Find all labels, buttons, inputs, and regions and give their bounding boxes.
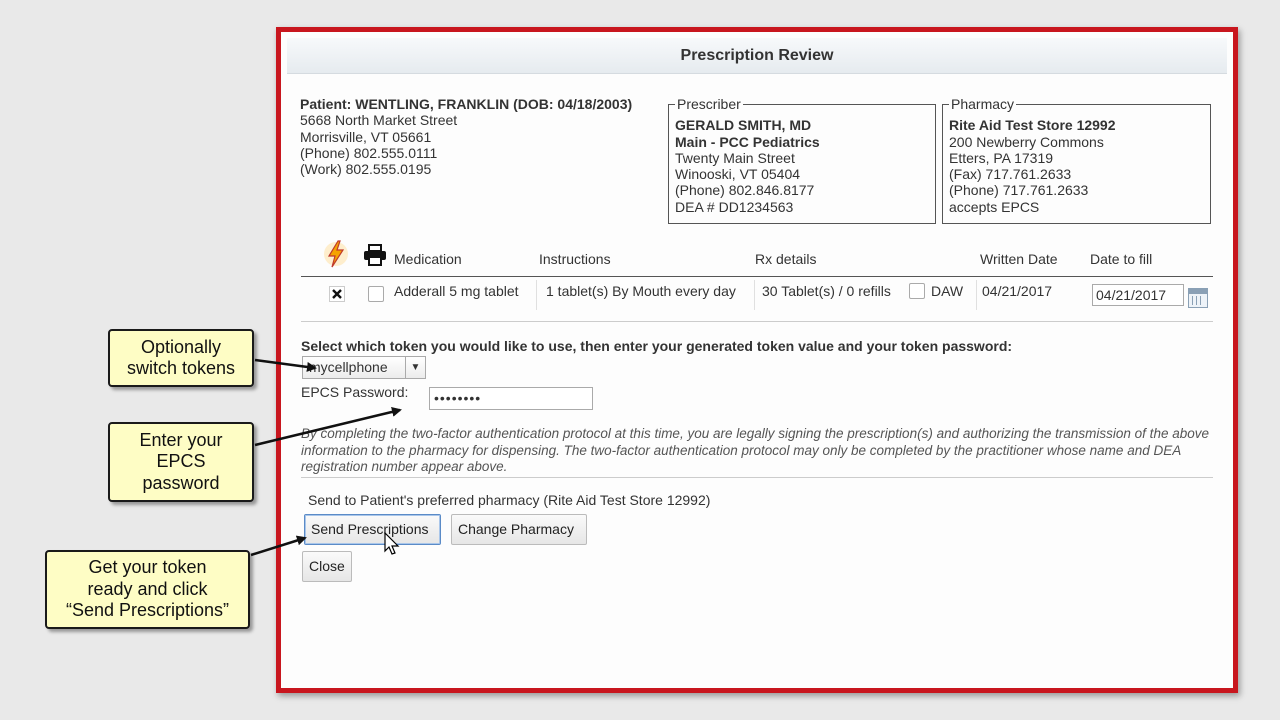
rx-details-cell: 30 Tablet(s) / 0 refills — [762, 283, 891, 299]
close-button[interactable]: Close — [302, 551, 352, 582]
patient-info: Patient: WENTLING, FRANKLIN (DOB: 04/18/… — [300, 96, 632, 177]
epcs-password-field[interactable]: •••••••• — [429, 387, 593, 410]
callout-switch-tokens: Optionally switch tokens — [108, 329, 254, 387]
lightning-bolt-icon — [323, 239, 349, 269]
patient-phone: (Phone) 802.555.0111 — [300, 144, 438, 161]
token-instruction: Select which token you would like to use… — [301, 338, 1013, 354]
header-rx-details: Rx details — [755, 251, 817, 267]
prescriber-dea: DEA # DD1234563 — [675, 198, 794, 215]
pharmacy-epcs: accepts EPCS — [949, 198, 1040, 215]
send-prescriptions-button[interactable]: Send Prescriptions — [304, 514, 441, 545]
pharmacy-box: Pharmacy Rite Aid Test Store 12992 200 N… — [942, 96, 1211, 224]
pharmacy-legend: Pharmacy — [951, 96, 1015, 112]
prescriber-address2: Winooski, VT 05404 — [675, 166, 801, 183]
column-divider — [536, 280, 537, 310]
date-to-fill-input[interactable]: 04/21/2017 — [1092, 284, 1184, 306]
table-header-rule — [301, 276, 1213, 277]
pharmacy-address1: 200 Newberry Commons — [949, 133, 1104, 150]
patient-work-phone: (Work) 802.555.0195 — [300, 161, 432, 178]
header-written-date: Written Date — [980, 251, 1058, 267]
legal-disclaimer: By completing the two-factor authenticat… — [301, 426, 1209, 474]
instructions-cell: 1 tablet(s) By Mouth every day — [546, 283, 736, 299]
daw-label: DAW — [931, 283, 964, 299]
printer-icon[interactable] — [363, 244, 387, 266]
print-checkbox[interactable] — [368, 286, 384, 302]
prescriber-phone: (Phone) 802.846.8177 — [675, 182, 815, 199]
patient-address1: 5668 North Market Street — [300, 112, 458, 129]
callout-password-text: Enter your EPCS password — [139, 429, 223, 493]
callout-enter-password: Enter your EPCS password — [108, 422, 254, 502]
pharmacy-name: Rite Aid Test Store 12992 — [949, 117, 1116, 134]
header-date-to-fill: Date to fill — [1090, 251, 1153, 267]
password-label: EPCS Password: — [301, 384, 409, 400]
patient-name: Patient: WENTLING, FRANKLIN (DOB: 04/18/… — [300, 96, 633, 112]
prescription-review-dialog: Prescription Review Patient: WENTLING, F… — [276, 27, 1238, 693]
column-divider — [754, 280, 755, 310]
prescriber-name: GERALD SMITH, MD — [675, 117, 812, 134]
token-select[interactable]: mycellphone ▼ — [302, 356, 426, 379]
patient-address2: Morrisville, VT 05661 — [300, 128, 432, 145]
calendar-icon[interactable] — [1188, 288, 1208, 308]
pharmacy-fax: (Fax) 717.761.2633 — [949, 166, 1072, 183]
prescriber-legend: Prescriber — [677, 96, 741, 112]
send-to-pharmacy-text: Send to Patient's preferred pharmacy (Ri… — [308, 492, 711, 508]
medication-cell: Adderall 5 mg tablet — [394, 283, 519, 299]
header-medication: Medication — [394, 251, 462, 267]
prescriber-box: Prescriber GERALD SMITH, MD Main - PCC P… — [668, 96, 936, 224]
pharmacy-address2: Etters, PA 17319 — [949, 149, 1054, 166]
prescriber-address1: Twenty Main Street — [675, 149, 795, 166]
daw-checkbox[interactable] — [909, 283, 925, 299]
callout-send-prescriptions: Get your token ready and click “Send Pre… — [45, 550, 250, 629]
written-date-cell: 04/21/2017 — [982, 283, 1053, 299]
callout-switch-text: Optionally switch tokens — [126, 336, 236, 379]
token-select-value: mycellphone — [309, 359, 388, 375]
column-divider — [976, 280, 977, 310]
callout-send-text: Get your token ready and click “Send Pre… — [65, 557, 230, 621]
section-divider — [301, 321, 1213, 322]
change-pharmacy-button[interactable]: Change Pharmacy — [451, 514, 587, 545]
mouse-cursor-icon — [384, 531, 400, 561]
dialog-title: Prescription Review — [287, 38, 1227, 74]
header-instructions: Instructions — [539, 251, 611, 267]
close-box-icon[interactable] — [329, 286, 345, 302]
section-divider — [301, 477, 1213, 478]
chevron-down-icon[interactable]: ▼ — [405, 357, 425, 378]
prescriber-practice: Main - PCC Pediatrics — [675, 133, 820, 150]
pharmacy-phone: (Phone) 717.761.2633 — [949, 182, 1089, 199]
